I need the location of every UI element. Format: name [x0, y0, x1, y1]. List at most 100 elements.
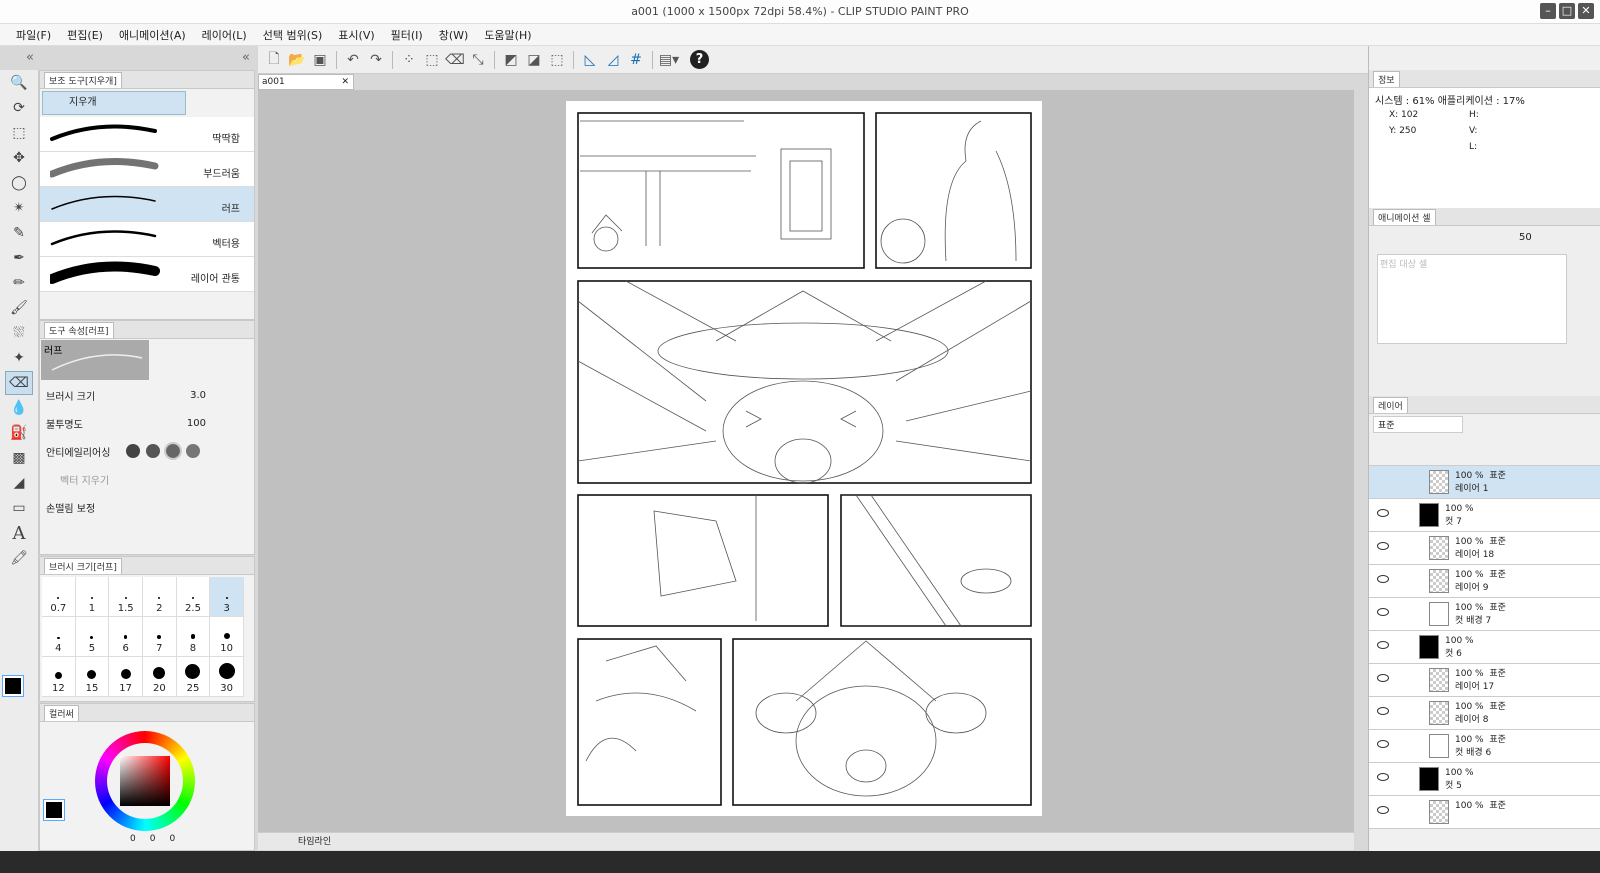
brush-size-row[interactable]: 브러시 크기 3.0 — [40, 381, 254, 409]
maximize-button[interactable]: □ — [1559, 3, 1575, 19]
ruler-snap-icon[interactable]: ◺ — [580, 50, 600, 70]
brush-size-cell[interactable]: 20 — [143, 657, 177, 697]
onion-opacity-value[interactable]: 50 — [1519, 232, 1532, 243]
brush-size-cell[interactable]: 7 — [143, 617, 177, 657]
subtool-group-eraser[interactable]: 지우개 — [42, 91, 186, 115]
antialias-strong-icon[interactable] — [186, 444, 200, 458]
close-button[interactable]: ✕ — [1578, 3, 1594, 19]
visibility-eye-icon[interactable] — [1377, 806, 1389, 814]
move-layer-icon[interactable]: ✥ — [5, 146, 33, 170]
airbrush-icon[interactable]: ⛆ — [5, 321, 33, 345]
info-tab[interactable]: 정보 — [1373, 70, 1400, 87]
lasso-icon[interactable]: ◯ — [5, 171, 33, 195]
brush-size-cell[interactable]: 10 — [210, 617, 244, 657]
color-swatch[interactable] — [2, 675, 37, 716]
visibility-eye-icon[interactable] — [1377, 509, 1389, 517]
frame-border-icon[interactable]: ▭ — [5, 496, 33, 520]
show-selection-icon[interactable]: ⬚ — [547, 50, 567, 70]
menu-item[interactable]: 창(W) — [431, 27, 477, 43]
decoration-icon[interactable]: ✦ — [5, 346, 33, 370]
antialias-row[interactable]: 안티에일리어싱 — [40, 437, 254, 465]
menu-item[interactable]: 선택 범위(S) — [255, 27, 331, 43]
brush-size-value[interactable]: 3.0 — [156, 390, 206, 401]
help-icon[interactable]: ? — [690, 50, 709, 69]
layer-row[interactable]: 100 % 표준 — [1369, 796, 1600, 829]
layer-row[interactable]: 100 % 컷 5 — [1369, 763, 1600, 796]
menu-item[interactable]: 레이어(L) — [194, 27, 255, 43]
menu-item[interactable]: 표시(V) — [330, 27, 382, 43]
transform-icon[interactable]: ⤡ — [468, 50, 488, 70]
brush-size-cell[interactable]: 2 — [143, 577, 177, 617]
brush-size-cell[interactable]: 6 — [109, 617, 143, 657]
brush-item[interactable]: 딱딱함 — [40, 117, 254, 152]
gradient-icon[interactable]: ▩ — [5, 446, 33, 470]
save-icon[interactable]: ▣ — [310, 50, 330, 70]
manga-page[interactable] — [566, 101, 1042, 816]
menu-item[interactable]: 필터(I) — [383, 27, 431, 43]
visibility-eye-icon[interactable] — [1377, 542, 1389, 550]
color-square[interactable] — [120, 756, 170, 806]
special-ruler-snap-icon[interactable]: ◿ — [603, 50, 623, 70]
balloon-icon[interactable]: 🖍 — [5, 546, 33, 570]
menu-item[interactable]: 편집(E) — [59, 27, 111, 43]
brush-size-cell[interactable]: 1.5 — [109, 577, 143, 617]
redo-icon[interactable]: ↷ — [366, 50, 386, 70]
clear-icon[interactable]: ⌫ — [445, 50, 465, 70]
visibility-eye-icon[interactable] — [1377, 707, 1389, 715]
layer-row[interactable]: 100 % 표준 컷 배경 7 — [1369, 598, 1600, 631]
visibility-eye-icon[interactable] — [1377, 740, 1389, 748]
pen-icon[interactable]: ✒ — [5, 246, 33, 270]
operation-icon[interactable]: ⬚ — [5, 121, 33, 145]
visibility-eye-icon[interactable] — [1377, 674, 1389, 682]
brush-item[interactable]: 벡터용 — [40, 222, 254, 257]
pencil-icon[interactable]: ✏ — [5, 271, 33, 295]
brush-size-cell[interactable]: 25 — [176, 657, 211, 697]
brush-size-cell[interactable]: 1 — [75, 577, 110, 617]
opacity-value[interactable]: 100 — [156, 418, 206, 429]
layer-row[interactable]: 100 % 컷 6 — [1369, 631, 1600, 664]
visibility-eye-icon[interactable] — [1377, 641, 1389, 649]
menu-item[interactable]: 파일(F) — [8, 27, 59, 43]
brush-size-cell[interactable]: 4 — [42, 617, 76, 657]
layer-row[interactable]: 100 % 표준 레이어 8 — [1369, 697, 1600, 730]
invert-icon[interactable]: ◪ — [524, 50, 544, 70]
rotate-icon[interactable]: ⟳ — [5, 96, 33, 120]
brush-size-cell[interactable]: 5 — [75, 617, 110, 657]
layer-row[interactable]: 100 % 표준 레이어 9 — [1369, 565, 1600, 598]
undo-icon[interactable]: ↶ — [343, 50, 363, 70]
brush-size-cell[interactable]: 17 — [109, 657, 143, 697]
menu-item[interactable]: 도움말(H) — [476, 27, 539, 43]
antialias-none-icon[interactable] — [126, 444, 140, 458]
grid-snap-icon[interactable]: # — [626, 50, 646, 70]
main-color-swatch[interactable] — [43, 799, 65, 821]
layer-row[interactable]: 100 % 표준 레이어 1 — [1369, 466, 1600, 499]
brush-size-cell[interactable]: 12 — [42, 657, 76, 697]
collapse-left-icon[interactable]: « — [26, 46, 34, 70]
collapse-left-panel-icon[interactable]: « — [242, 46, 250, 70]
color-wheel-tab[interactable]: 컬러써 — [44, 704, 79, 721]
cel-list[interactable]: 편집 대상 셀 — [1377, 254, 1567, 344]
brush-size-cell[interactable]: 30 — [210, 657, 244, 697]
layer-tab[interactable]: 레이어 — [1373, 396, 1408, 413]
brush-size-cell[interactable]: 8 — [176, 617, 211, 657]
menu-item[interactable]: 애니메이션(A) — [111, 27, 194, 43]
blend-mode-select[interactable]: 표준 — [1373, 416, 1463, 433]
visibility-eye-icon[interactable] — [1377, 575, 1389, 583]
color-wheel[interactable] — [95, 731, 195, 831]
layer-row[interactable]: 100 % 표준 레이어 17 — [1369, 664, 1600, 697]
animation-cel-tab[interactable]: 애니메이션 셀 — [1373, 208, 1436, 225]
fill-bucket-icon[interactable]: ⛽ — [5, 421, 33, 445]
text-icon[interactable]: A — [5, 521, 33, 545]
visibility-eye-icon[interactable] — [1377, 773, 1389, 781]
brush-item[interactable]: 부드러움 — [40, 152, 254, 187]
magic-wand-icon[interactable]: ✴ — [5, 196, 33, 220]
stabilization-row[interactable]: 손떨림 보정 — [40, 493, 254, 521]
blend-icon[interactable]: 💧 — [5, 396, 33, 420]
zoom-icon[interactable]: 🔍 — [5, 71, 33, 95]
select-all-icon[interactable]: ⬚ — [422, 50, 442, 70]
brush-size-cell[interactable]: 3 — [210, 577, 244, 617]
eyedropper-icon[interactable]: ✎ — [5, 221, 33, 245]
open-icon[interactable]: 📂 — [287, 50, 307, 70]
brush-size-cell[interactable]: 0.7 — [42, 577, 76, 617]
layer-row[interactable]: 100 % 표준 레이어 18 — [1369, 532, 1600, 565]
